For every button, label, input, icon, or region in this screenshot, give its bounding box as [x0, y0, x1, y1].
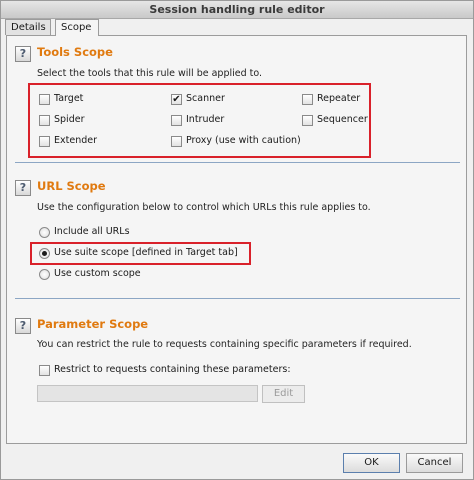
section-divider	[15, 162, 460, 163]
window-title: Session handling rule editor	[1, 1, 473, 19]
checkbox-scanner[interactable]: ✔	[171, 94, 182, 105]
session-rule-editor-window: Session handling rule editor Details Sco…	[0, 0, 474, 480]
section-divider	[15, 298, 460, 299]
parameter-scope-help-icon[interactable]: ?	[15, 318, 31, 334]
checkbox-restrict-parameters[interactable]	[39, 365, 50, 376]
checkbox-intruder-label: Intruder	[186, 114, 225, 125]
checkbox-repeater-label: Repeater	[317, 93, 361, 104]
edit-button[interactable]: Edit	[262, 385, 305, 403]
checkbox-spider[interactable]	[39, 115, 50, 126]
dialog-footer: OK Cancel	[1, 446, 473, 479]
tab-scope[interactable]: Scope	[55, 19, 99, 36]
url-scope-description: Use the configuration below to control w…	[37, 202, 371, 213]
checkbox-extender-label: Extender	[54, 135, 97, 146]
radio-use-suite-scope-label: Use suite scope [defined in Target tab]	[54, 247, 238, 258]
checkbox-scanner-label: Scanner	[186, 93, 225, 104]
checkbox-proxy-label: Proxy (use with caution)	[186, 135, 301, 146]
radio-include-all-urls[interactable]	[39, 227, 50, 238]
checkbox-intruder[interactable]	[171, 115, 182, 126]
scope-panel: ? Tools Scope Select the tools that this…	[6, 35, 467, 444]
checkbox-sequencer-label: Sequencer	[317, 114, 368, 125]
cancel-button[interactable]: Cancel	[406, 453, 463, 473]
checkbox-repeater[interactable]	[302, 94, 313, 105]
parameters-input[interactable]	[37, 385, 258, 402]
radio-use-custom-scope[interactable]	[39, 269, 50, 280]
checkbox-target-label: Target	[54, 93, 84, 104]
checkbox-sequencer[interactable]	[302, 115, 313, 126]
checkbox-proxy[interactable]	[171, 136, 182, 147]
parameter-scope-description: You can restrict the rule to requests co…	[37, 339, 412, 350]
checkbox-target[interactable]	[39, 94, 50, 105]
radio-use-suite-scope[interactable]	[39, 248, 50, 259]
radio-include-all-urls-label: Include all URLs	[54, 226, 130, 237]
parameter-scope-title: Parameter Scope	[37, 317, 149, 331]
tab-details[interactable]: Details	[5, 19, 51, 35]
checkbox-extender[interactable]	[39, 136, 50, 147]
tools-scope-help-icon[interactable]: ?	[15, 46, 31, 62]
checkbox-restrict-parameters-label: Restrict to requests containing these pa…	[54, 364, 291, 375]
ok-button[interactable]: OK	[343, 453, 400, 473]
tools-scope-description: Select the tools that this rule will be …	[37, 68, 263, 79]
url-scope-title: URL Scope	[37, 179, 106, 193]
url-scope-help-icon[interactable]: ?	[15, 180, 31, 196]
checkbox-spider-label: Spider	[54, 114, 85, 125]
radio-use-custom-scope-label: Use custom scope	[54, 268, 141, 279]
tools-scope-title: Tools Scope	[37, 45, 113, 59]
